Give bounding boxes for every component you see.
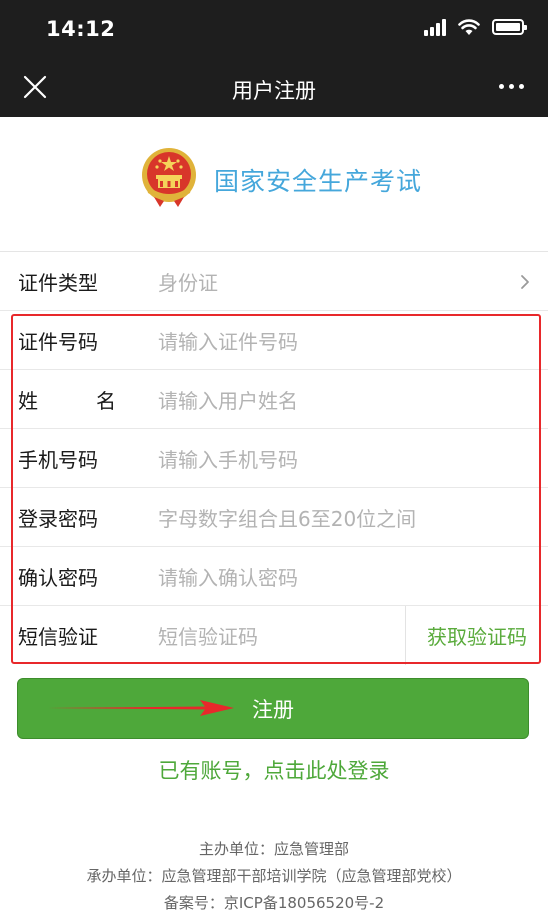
footer: 主办单位：应急管理部 承办单位：应急管理部干部培训学院（应急管理部党校） 备案号… (0, 836, 548, 913)
status-time: 14:12 (46, 17, 116, 41)
signal-icon (424, 18, 446, 36)
id-number-label: 证件号码 (18, 329, 98, 354)
name-label: 姓名 (18, 385, 116, 414)
password-input[interactable]: 字母数字组合且6至20位之间 (158, 503, 416, 532)
chevron-right-icon (521, 275, 529, 289)
phone-label: 手机号码 (18, 447, 98, 472)
confirm-password-label: 确认密码 (18, 565, 98, 590)
id-type-row[interactable]: 证件类型 身份证 (0, 252, 548, 311)
id-number-row: 证件号码 请输入证件号码 (0, 311, 548, 370)
login-link[interactable]: 已有账号，点击此处登录 (0, 755, 548, 785)
get-code-button[interactable]: 获取验证码 (405, 606, 548, 665)
wifi-icon (458, 18, 480, 35)
id-type-select[interactable]: 身份证 (158, 267, 218, 296)
id-number-input[interactable]: 请输入证件号码 (158, 326, 298, 355)
arrow-icon (48, 700, 234, 716)
emblem-icon (142, 148, 196, 207)
id-type-label: 证件类型 (18, 270, 98, 295)
battery-icon (492, 19, 527, 35)
top-bar: 14:12 用户注册 (0, 0, 548, 117)
more-icon[interactable] (499, 84, 524, 89)
confirm-password-row: 确认密码 请输入确认密码 (0, 547, 548, 606)
sms-code-input[interactable]: 短信验证码 (158, 621, 258, 650)
page-title: 用户注册 (232, 79, 316, 103)
brand-header: 国家安全生产考试 (0, 117, 548, 252)
name-label-first: 姓 (18, 388, 38, 413)
registration-form: 证件类型 身份证 证件号码 请输入证件号码 姓名 请输入用户姓名 手机号码 请输… (0, 252, 548, 665)
footer-icp[interactable]: 备案号：京ICP备18056520号-2 (0, 890, 548, 913)
name-input[interactable]: 请输入用户姓名 (158, 385, 298, 414)
status-icons (424, 18, 527, 36)
sms-row: 短信验证 短信验证码 获取验证码 (0, 606, 548, 665)
password-row: 登录密码 字母数字组合且6至20位之间 (0, 488, 548, 547)
sms-label: 短信验证 (18, 625, 98, 649)
footer-organizer: 承办单位：应急管理部干部培训学院（应急管理部党校） (86, 867, 462, 885)
password-label: 登录密码 (18, 506, 98, 531)
phone-input[interactable]: 请输入手机号码 (158, 444, 298, 473)
name-label-second: 名 (96, 388, 116, 413)
confirm-password-input[interactable]: 请输入确认密码 (158, 562, 298, 591)
phone-row: 手机号码 请输入手机号码 (0, 429, 548, 488)
brand-title: 国家安全生产考试 (214, 167, 423, 196)
footer-sponsor: 主办单位：应急管理部 (198, 840, 349, 858)
name-row: 姓名 请输入用户姓名 (0, 370, 548, 429)
